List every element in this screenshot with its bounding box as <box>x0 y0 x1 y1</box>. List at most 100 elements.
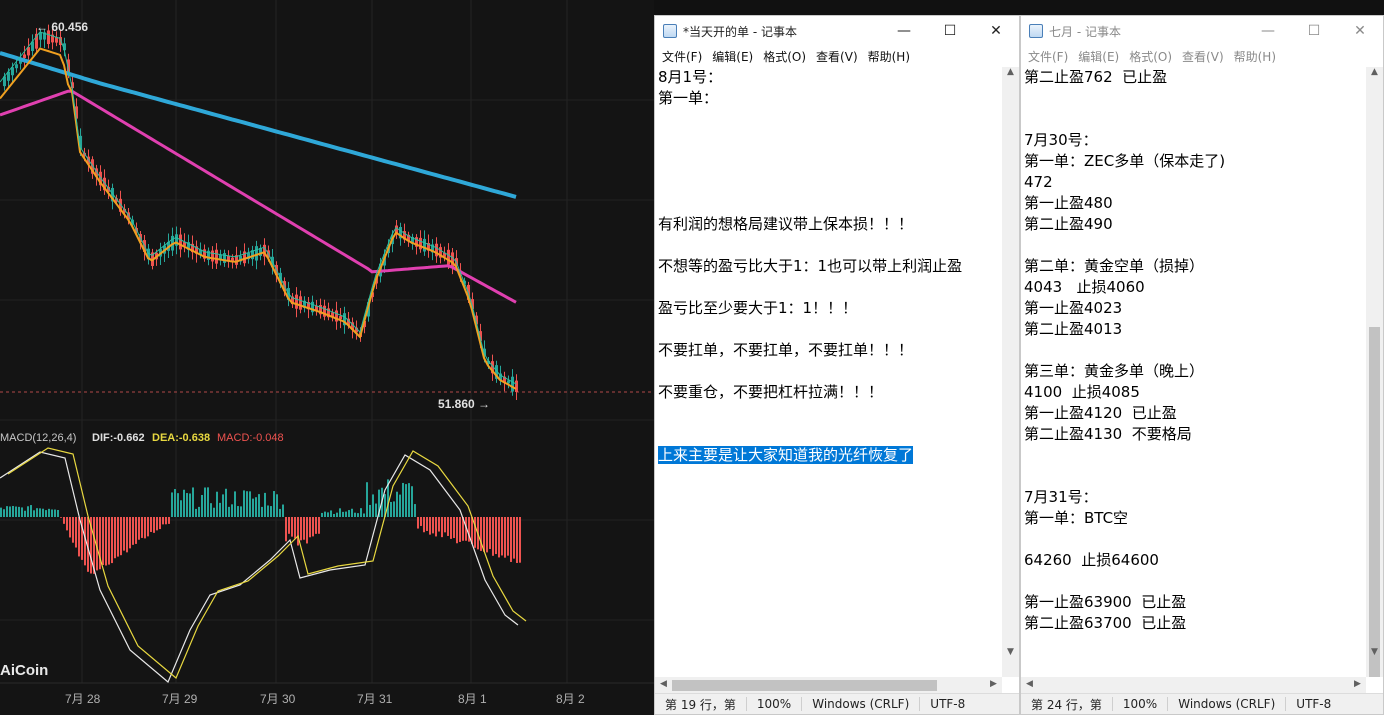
menu-format[interactable]: 格式(O) <box>758 48 811 65</box>
title-bar[interactable]: 七月 - 记事本 — ☐ ✕ <box>1021 16 1383 46</box>
macd-bar <box>402 482 404 517</box>
macd-bar <box>78 517 80 557</box>
macd-bar <box>390 501 392 517</box>
low-price-label: 51.860 → <box>438 397 490 411</box>
macd-bar <box>420 517 422 526</box>
macd-bar <box>0 507 2 517</box>
menu-view[interactable]: 查看(V) <box>811 48 863 65</box>
vertical-scrollbar[interactable]: ▲ ▼ <box>1002 67 1019 677</box>
macd-bar <box>357 513 359 517</box>
macd-bar <box>441 517 443 538</box>
vertical-scrollbar[interactable]: ▲ ▼ <box>1366 67 1383 677</box>
candle-body <box>295 294 298 309</box>
line-text: 7月31号： <box>1024 488 1098 506</box>
title-bar[interactable]: *当天开的单 - 记事本 — ☐ ✕ <box>655 16 1019 46</box>
macd-bar <box>207 487 209 517</box>
scroll-left-icon[interactable]: ◀ <box>655 679 672 689</box>
candlestick-chart[interactable]: ← 60.456 51.860 → MACD(12,26,4) DIF:-0.6… <box>0 0 654 715</box>
menu-bar: 文件(F) 编辑(E) 格式(O) 查看(V) 帮助(H) <box>1021 46 1383 67</box>
text-line: 有利润的想格局建议带上保本损！！！ <box>658 214 1001 235</box>
macd-bar <box>498 517 500 558</box>
macd-bar <box>351 508 353 517</box>
text-line <box>658 193 1001 214</box>
text-line: 第一止盈4120 已止盈 <box>1024 403 1365 424</box>
macd-bar <box>450 517 452 539</box>
selected-text: 上来主要是让大家知道我的光纤恢复了 <box>658 446 914 464</box>
horizontal-scroll-thumb[interactable] <box>672 680 937 691</box>
notepad-window-today-orders[interactable]: *当天开的单 - 记事本 — ☐ ✕ 文件(F) 编辑(E) 格式(O) 查看(… <box>654 15 1020 715</box>
maximize-button[interactable]: ☐ <box>1291 16 1337 46</box>
macd-bar <box>213 507 215 517</box>
text-line: 4100 止损4085 <box>1024 382 1365 403</box>
close-button[interactable]: ✕ <box>1337 16 1383 46</box>
dif-value: DIF:-0.662 <box>92 432 145 444</box>
notepad-window-july[interactable]: 七月 - 记事本 — ☐ ✕ 文件(F) 编辑(E) 格式(O) 查看(V) 帮… <box>1020 15 1384 715</box>
macd-bar <box>369 504 371 517</box>
macd-bar <box>72 517 74 543</box>
cursor-position: 第 24 行，第 <box>1031 697 1102 712</box>
vertical-scroll-thumb[interactable] <box>1369 327 1380 677</box>
maximize-button[interactable]: ☐ <box>927 16 973 46</box>
macd-bar <box>483 517 485 552</box>
scroll-up-icon[interactable]: ▲ <box>1002 67 1019 77</box>
dif-line <box>0 451 519 683</box>
text-line: 盈亏比至少要大于1：1！！！ <box>658 298 1001 319</box>
macd-bar <box>294 517 296 539</box>
horizontal-scrollbar[interactable]: ◀ ▶ <box>1021 677 1366 694</box>
macd-bar <box>159 517 161 530</box>
menu-help[interactable]: 帮助(H) <box>1229 48 1281 65</box>
macd-bar <box>192 487 194 517</box>
menu-edit[interactable]: 编辑(E) <box>707 48 758 65</box>
text-area[interactable]: 8月1号： 第一单： 有利润的想格局建议带上保本损！！！ 不想等的盈亏比大于1：1也可… <box>658 67 1001 677</box>
zoom-level: 100% <box>745 697 801 711</box>
scroll-down-icon[interactable]: ▼ <box>1002 647 1019 657</box>
menu-view[interactable]: 查看(V) <box>1177 48 1229 65</box>
text-area[interactable]: 第二止盈762 已止盈 7月30号： 第一单：ZEC多单（保本走了) 472 第一止盈4… <box>1024 67 1365 677</box>
text-line: 第二止盈490 <box>1024 214 1365 235</box>
text-editor[interactable]: 第二止盈762 已止盈 7月30号： 第一单：ZEC多单（保本走了) 472 第一止盈4… <box>1021 67 1383 677</box>
macd-bar <box>279 508 281 517</box>
macd-bar <box>42 508 44 517</box>
menu-file[interactable]: 文件(F) <box>1023 48 1073 65</box>
macd-bar <box>3 509 5 517</box>
scroll-left-icon[interactable]: ◀ <box>1021 679 1038 689</box>
close-button[interactable]: ✕ <box>973 16 1019 46</box>
price-chart-panel[interactable]: ← 60.456 51.860 → MACD(12,26,4) DIF:-0.6… <box>0 0 654 715</box>
macd-bar <box>141 517 143 538</box>
macd-bar <box>336 512 338 517</box>
minimize-button[interactable]: — <box>1245 16 1291 46</box>
notepad-icon <box>663 24 677 38</box>
macd-bar <box>321 512 323 517</box>
macd-bar <box>156 517 158 531</box>
macd-bar <box>36 508 38 517</box>
scroll-right-icon[interactable]: ▶ <box>985 679 1002 689</box>
encoding: UTF-8 <box>1285 697 1341 711</box>
minimize-button[interactable]: — <box>881 16 927 46</box>
macd-value: MACD:-0.048 <box>217 432 284 444</box>
macd-bar <box>189 493 191 517</box>
text-line: 第一止盈63900 已止盈 <box>1024 592 1365 613</box>
text-line: 64260 止损64600 <box>1024 550 1365 571</box>
scroll-right-icon[interactable]: ▶ <box>1349 679 1366 689</box>
menu-format[interactable]: 格式(O) <box>1124 48 1177 65</box>
macd-bar <box>432 517 434 534</box>
candle-body <box>511 376 514 392</box>
menu-file[interactable]: 文件(F) <box>657 48 707 65</box>
menu-help[interactable]: 帮助(H) <box>863 48 915 65</box>
menu-edit[interactable]: 编辑(E) <box>1073 48 1124 65</box>
line-text: 第一单：BTC空 <box>1024 509 1129 527</box>
macd-bar <box>330 510 332 517</box>
macd-bar <box>144 517 146 539</box>
line-text: 第二止盈762 已止盈 <box>1024 68 1168 86</box>
scroll-up-icon[interactable]: ▲ <box>1366 67 1383 77</box>
macd-bar <box>255 497 257 517</box>
macd-bar <box>297 517 299 546</box>
macd-indicator-title[interactable]: MACD(12,26,4) <box>0 432 76 444</box>
text-editor[interactable]: 8月1号： 第一单： 有利润的想格局建议带上保本损！！！ 不想等的盈亏比大于1：1也可… <box>655 67 1019 677</box>
macd-bar <box>216 491 218 517</box>
candle-body <box>515 380 518 393</box>
macd-bar <box>504 517 506 558</box>
horizontal-scrollbar[interactable]: ◀ ▶ <box>655 677 1002 694</box>
macd-bar <box>138 517 140 540</box>
scroll-down-icon[interactable]: ▼ <box>1366 647 1383 657</box>
